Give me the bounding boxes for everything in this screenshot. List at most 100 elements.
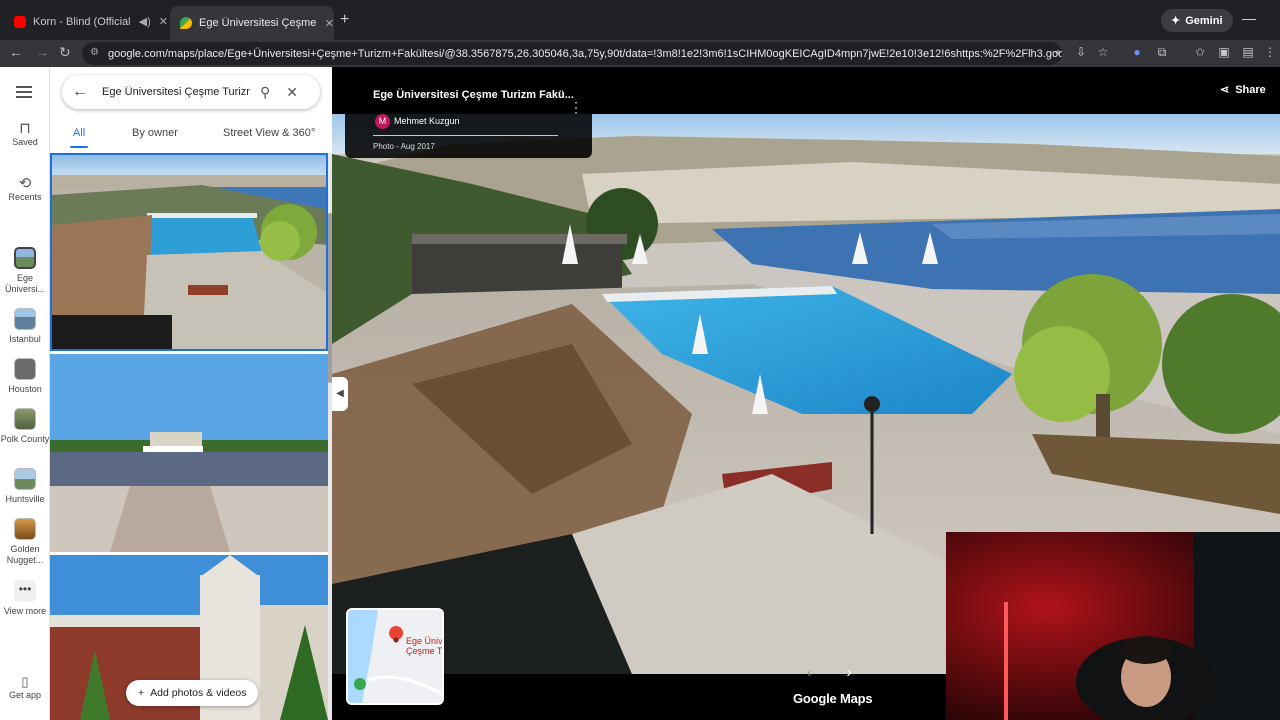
tab-maps[interactable]: Ege Üniversitesi Çeşme Turizm... ✕: [170, 6, 334, 40]
photos-panel: ← ⚲ ✕ All By owner Street View & 360°: [50, 67, 332, 720]
rail-item-recents[interactable]: ⟲ Recents: [0, 175, 50, 203]
close-icon[interactable]: ✕: [286, 84, 298, 101]
split-view-icon[interactable]: ▣: [1216, 45, 1232, 61]
search-box: ← ⚲ ✕: [62, 75, 320, 109]
maps-rail: ⊓ Saved ⟲ Recents Ege Üniversi... Istanb…: [0, 67, 50, 720]
gemini-label: Gemini: [1185, 14, 1223, 27]
install-icon[interactable]: ⇩: [1073, 45, 1089, 61]
share-button[interactable]: ⋖ Share: [1220, 83, 1266, 97]
minimap-label: Ege Üniv Çeşme T: [406, 636, 443, 656]
place-thumbnail: [14, 518, 36, 540]
search-icon[interactable]: ⚲: [260, 84, 270, 101]
youtube-icon: [14, 15, 26, 28]
rail-item-saved[interactable]: ⊓ Saved: [0, 120, 50, 148]
minimap[interactable]: Ege Üniv Çeşme T: [346, 608, 444, 705]
rail-label: Get app: [8, 690, 42, 700]
active-tab-indicator: [70, 146, 88, 148]
rail-item-get-app[interactable]: ▯ Get app: [0, 674, 50, 701]
photo-title: Ege Üniversitesi Çeşme Turizm Fakü...: [373, 89, 574, 101]
photo-thumbnail-pool[interactable]: [50, 153, 328, 351]
webcam-overlay: [946, 532, 1280, 720]
new-tab-button[interactable]: +: [340, 11, 349, 29]
star-icon[interactable]: ☆: [1095, 45, 1111, 61]
divider: [373, 135, 558, 136]
next-photo-button[interactable]: ›: [836, 660, 862, 686]
close-icon[interactable]: ✕: [159, 15, 168, 28]
rail-item-polk-county[interactable]: Polk County: [0, 408, 50, 445]
tab-title: Korn - Blind (Official HD Vi...: [33, 15, 131, 28]
webcam-image: [946, 532, 1280, 720]
url-text: google.com/maps/place/Ege+Üniversitesi+Ç…: [108, 47, 1062, 60]
hamburger-menu-icon[interactable]: [16, 86, 32, 98]
rail-item-huntsville[interactable]: Huntsville: [0, 468, 50, 505]
history-icon: ⟲: [18, 175, 32, 192]
tab-all[interactable]: All: [73, 127, 85, 139]
add-photos-label: Add photos & videos: [150, 687, 247, 699]
extension-icon[interactable]: ●: [1129, 45, 1145, 61]
rail-label: Istanbul: [9, 334, 41, 344]
collapse-panel-button[interactable]: ◀: [332, 377, 348, 411]
rail-label: Golden Nugget...: [6, 544, 44, 565]
rail-label: Saved: [12, 137, 38, 147]
rail-label: Ege Üniversi...: [4, 273, 45, 294]
google-maps-watermark: Google Maps: [793, 691, 873, 706]
rail-label: View more: [3, 606, 47, 616]
rail-label: Polk County: [0, 434, 50, 444]
place-thumbnail: [14, 408, 36, 430]
minimize-icon[interactable]: —: [1242, 10, 1256, 26]
gemini-button[interactable]: ✦ Gemini: [1161, 9, 1233, 32]
reload-icon[interactable]: ↻: [59, 44, 71, 61]
tab-youtube[interactable]: Korn - Blind (Official HD Vi... ◀) ✕: [4, 8, 168, 35]
rail-label: Huntsville: [5, 494, 45, 504]
plus-icon: +: [138, 687, 145, 699]
pool-photo-image: [52, 155, 326, 349]
minimap-image: [348, 610, 442, 703]
rail-item-istanbul[interactable]: Istanbul: [0, 308, 50, 345]
forward-icon[interactable]: →: [35, 44, 49, 60]
previous-photo-button[interactable]: ‹: [796, 660, 822, 686]
rail-item-view-more[interactable]: ••• View more: [0, 580, 50, 617]
tab-title: Ege Üniversitesi Çeşme Turizm...: [199, 17, 317, 29]
close-icon[interactable]: ✕: [325, 17, 334, 30]
author-name[interactable]: Mehmet Kuzgun: [394, 116, 460, 126]
speaker-icon: ◀): [138, 16, 151, 28]
rail-item-houston[interactable]: Houston: [0, 358, 50, 395]
more-options-icon[interactable]: ⋮: [569, 99, 583, 116]
photo-thumbnail-group[interactable]: [50, 354, 328, 552]
photo-info-card: Ege Üniversitesi Çeşme Turizm Fakü... ⋮ …: [345, 79, 592, 158]
location-icon[interactable]: ⌖: [1050, 45, 1066, 61]
sparkle-icon: ✦: [1171, 15, 1181, 27]
bookmarks-icon[interactable]: ✩: [1192, 45, 1208, 61]
address-bar-row: ← → ↻ ⚙ google.com/maps/place/Ege+Üniver…: [0, 40, 1280, 67]
tab-by-owner[interactable]: By owner: [132, 127, 178, 139]
site-info-icon[interactable]: ⚙: [90, 47, 102, 59]
back-arrow-icon[interactable]: ←: [72, 83, 88, 101]
tab-search-icon[interactable]: ▤: [1240, 45, 1256, 61]
photo-date: Photo - Aug 2017: [373, 142, 435, 151]
avatar[interactable]: M: [375, 114, 390, 129]
place-thumbnail: [14, 247, 36, 269]
group-photo-image: [50, 354, 328, 552]
maps-icon: [180, 17, 192, 29]
rail-label: Houston: [8, 384, 42, 394]
browser-tab-bar: Korn - Blind (Official HD Vi... ◀) ✕ Ege…: [0, 0, 1280, 40]
back-icon[interactable]: ←: [9, 44, 23, 60]
place-thumbnail: [14, 358, 36, 380]
rail-label: Recents: [8, 192, 42, 202]
tab-street-view[interactable]: Street View & 360°: [223, 127, 315, 139]
phone-icon: ▯: [21, 674, 29, 689]
rail-item-ege[interactable]: Ege Üniversi...: [0, 247, 50, 295]
search-input[interactable]: [102, 86, 250, 98]
share-label: Share: [1235, 83, 1266, 96]
place-thumbnail: [14, 308, 36, 330]
more-icon: •••: [14, 580, 36, 602]
add-photos-button[interactable]: + Add photos & videos: [126, 680, 259, 706]
photo-filter-tabs: All By owner Street View & 360°: [50, 121, 332, 151]
puzzle-icon[interactable]: ⧉: [1154, 45, 1170, 61]
bookmark-icon: ⊓: [19, 120, 31, 137]
share-icon: ⋖: [1220, 84, 1230, 96]
url-field[interactable]: ⚙ google.com/maps/place/Ege+Üniversitesi…: [82, 42, 1062, 65]
rail-item-golden-nugget[interactable]: Golden Nugget...: [0, 518, 50, 566]
menu-icon[interactable]: ⋮: [1262, 45, 1278, 61]
place-thumbnail: [14, 468, 36, 490]
